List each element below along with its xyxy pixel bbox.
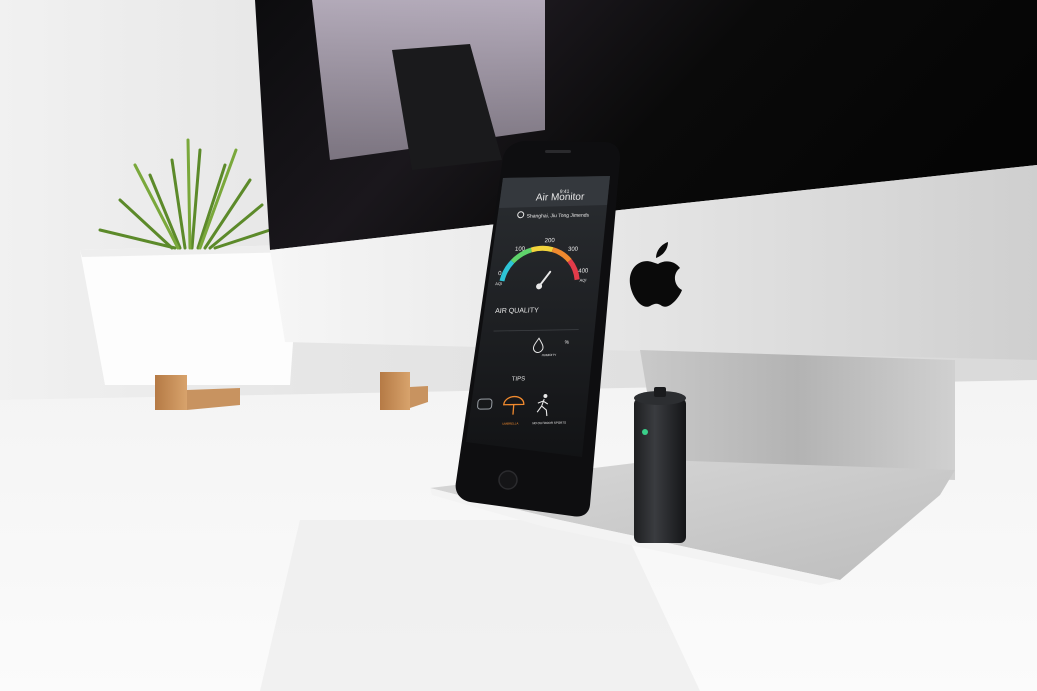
section-air-quality: AIR QUALITY xyxy=(495,307,539,315)
air-sensor-cylinder xyxy=(634,387,686,543)
home-button[interactable] xyxy=(498,470,518,490)
earpiece xyxy=(545,150,571,153)
sensor-led-icon xyxy=(642,429,648,435)
tips-label: TIPS xyxy=(511,376,525,382)
photo-scene: 9:41 Air Monitor Shanghai, Jiu Tong Jime… xyxy=(0,0,1037,691)
gauge-tick-100: 100 xyxy=(515,247,526,253)
app-title: Air Monitor xyxy=(535,192,585,204)
white-planter xyxy=(80,245,300,385)
tip-umbrella-label: UMBRELLA xyxy=(502,421,518,425)
gauge-tick-400: 400 xyxy=(578,268,589,274)
gauge-tick-200: 200 xyxy=(544,238,555,244)
gauge-unit-right: AQI xyxy=(579,278,586,283)
location-label: Shanghai, Jiu Tong Jimends xyxy=(526,213,589,220)
humidity-label: HUMIDITY xyxy=(541,353,556,357)
gauge-tick-300: 300 xyxy=(568,247,579,253)
imac-stand xyxy=(640,350,955,480)
gauge-unit-left: AQI xyxy=(495,281,502,286)
tip-running-label: NO OUTDOOR SPORTS xyxy=(532,421,566,426)
gauge-segment xyxy=(530,245,554,253)
